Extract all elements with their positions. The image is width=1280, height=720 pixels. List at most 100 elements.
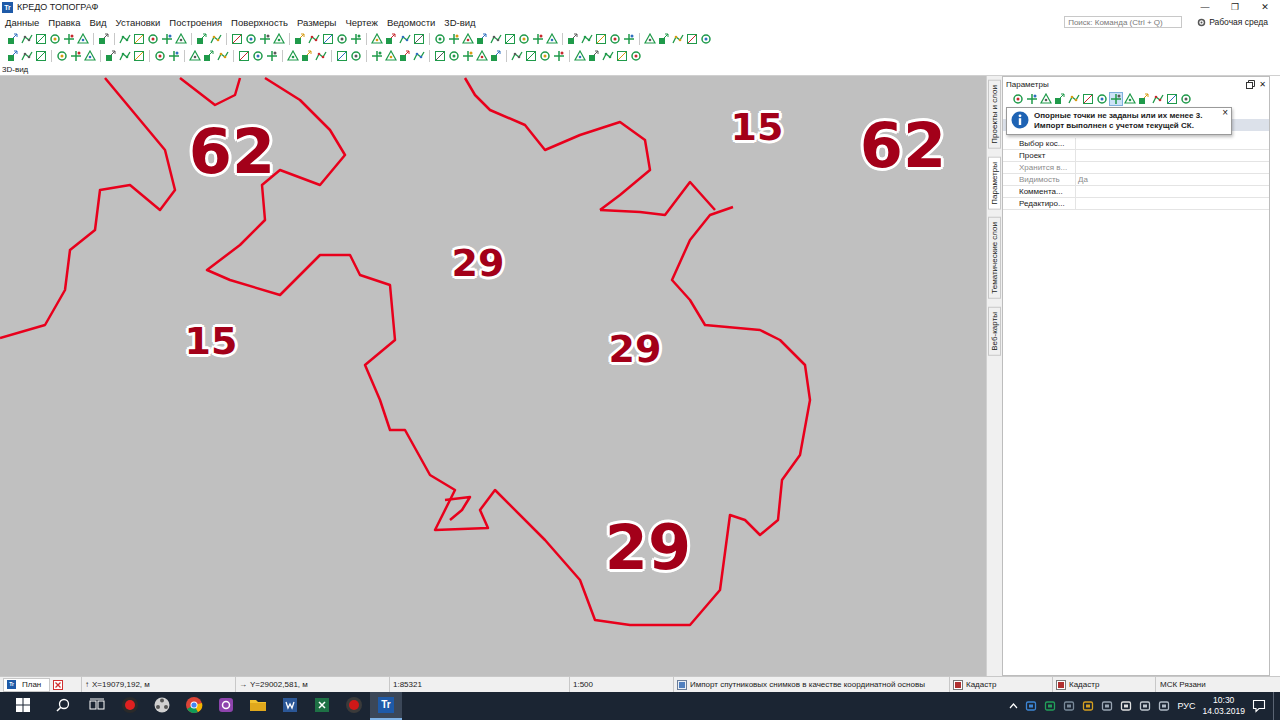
toolbar-button[interactable] xyxy=(307,32,321,46)
menu-item[interactable]: Установки xyxy=(116,17,161,28)
toolbar-button[interactable] xyxy=(55,49,69,63)
toolbar-button[interactable] xyxy=(335,32,349,46)
toolbar-button[interactable] xyxy=(615,49,629,63)
toolbar-button[interactable] xyxy=(622,32,636,46)
clock[interactable]: 10:3014.03.2019 xyxy=(1202,695,1245,717)
status-drawing-scale[interactable]: 1:500 xyxy=(570,677,674,692)
status-layer[interactable]: Кадастр xyxy=(1053,677,1156,692)
toolbar-button[interactable] xyxy=(510,49,524,63)
taskbar-app[interactable] xyxy=(338,692,370,720)
toolbar-button[interactable] xyxy=(34,32,48,46)
show-desktop-button[interactable] xyxy=(1273,692,1278,720)
property-value[interactable] xyxy=(1075,138,1269,149)
property-row[interactable]: Проект xyxy=(1003,150,1269,162)
toolbar-button[interactable] xyxy=(489,49,503,63)
taskbar-app[interactable] xyxy=(242,692,274,720)
map-canvas[interactable]: 62156229152929 xyxy=(0,76,986,676)
toolbar-button[interactable] xyxy=(153,49,167,63)
toolbar-button[interactable] xyxy=(699,32,713,46)
toolbar-button[interactable] xyxy=(412,32,426,46)
panel-tool-button[interactable] xyxy=(1137,92,1151,106)
property-value[interactable] xyxy=(1075,186,1269,197)
taskbar-app[interactable] xyxy=(306,692,338,720)
task-view-button[interactable] xyxy=(80,692,114,720)
side-tab[interactable]: Веб-карты xyxy=(988,307,1001,356)
taskbar-app[interactable] xyxy=(114,692,146,720)
toolbar-button[interactable] xyxy=(671,32,685,46)
property-row[interactable]: Выбор кос... xyxy=(1003,138,1269,150)
toolbar-button[interactable] xyxy=(272,32,286,46)
toolbar-button[interactable] xyxy=(76,32,90,46)
toolbar-button[interactable] xyxy=(6,49,20,63)
toolbar-button[interactable] xyxy=(97,32,111,46)
panel-tool-button[interactable] xyxy=(1011,92,1025,106)
menu-item[interactable]: 3D-вид xyxy=(444,17,475,28)
menu-item[interactable]: Данные xyxy=(5,17,39,28)
tray-icon[interactable] xyxy=(1120,700,1132,712)
toolbar-button[interactable] xyxy=(629,49,643,63)
toolbar-button[interactable] xyxy=(265,49,279,63)
taskbar-app[interactable] xyxy=(274,692,306,720)
toolbar-button[interactable] xyxy=(230,32,244,46)
toolbar-button[interactable] xyxy=(174,32,188,46)
toolbar-button[interactable] xyxy=(517,32,531,46)
panel-tool-button[interactable] xyxy=(1081,92,1095,106)
toolbar-button[interactable] xyxy=(524,49,538,63)
panel-tool-button[interactable] xyxy=(1179,92,1193,106)
toolbar-button[interactable] xyxy=(209,32,223,46)
window-control-button[interactable]: — xyxy=(1190,0,1220,14)
toolbar-button[interactable] xyxy=(349,32,363,46)
taskbar-app[interactable] xyxy=(178,692,210,720)
tray-icon[interactable] xyxy=(1082,700,1094,712)
toolbar-button[interactable] xyxy=(580,32,594,46)
tray-icon[interactable] xyxy=(1139,700,1151,712)
toolbar-button[interactable] xyxy=(34,49,48,63)
tray-icon[interactable] xyxy=(1101,700,1113,712)
toolbar-button[interactable] xyxy=(118,32,132,46)
panel-tool-button[interactable] xyxy=(1053,92,1067,106)
toolbar-button[interactable] xyxy=(244,32,258,46)
status-crs[interactable]: МСК Рязани xyxy=(1156,677,1280,692)
toolbar-button[interactable] xyxy=(657,32,671,46)
panel-tool-button[interactable] xyxy=(1039,92,1053,106)
toolbar-button[interactable] xyxy=(475,49,489,63)
toolbar-button[interactable] xyxy=(461,32,475,46)
status-task[interactable]: Импорт спутниковых снимков в качестве ко… xyxy=(674,677,950,692)
toolbar-button[interactable] xyxy=(62,32,76,46)
toolbar-button[interactable] xyxy=(321,32,335,46)
panel-close-button[interactable]: ✕ xyxy=(1259,80,1266,89)
toolbar-button[interactable] xyxy=(545,32,559,46)
taskbar-app[interactable] xyxy=(146,692,178,720)
toolbar-button[interactable] xyxy=(531,32,545,46)
side-tab[interactable]: Параметры xyxy=(988,157,1001,210)
property-value[interactable] xyxy=(1075,198,1269,209)
panel-tool-button[interactable] xyxy=(1123,92,1137,106)
notice-close-button[interactable]: × xyxy=(1222,108,1228,118)
panel-tool-button[interactable] xyxy=(1151,92,1165,106)
property-row[interactable]: Коммента... xyxy=(1003,186,1269,198)
close-view-icon[interactable] xyxy=(53,680,63,690)
toolbar-button[interactable] xyxy=(6,32,20,46)
toolbar-button[interactable] xyxy=(398,32,412,46)
toolbar-button[interactable] xyxy=(566,32,580,46)
toolbar-button[interactable] xyxy=(146,32,160,46)
taskbar-app[interactable] xyxy=(210,692,242,720)
toolbar-button[interactable] xyxy=(300,49,314,63)
toolbar-button[interactable] xyxy=(293,32,307,46)
tray-icon[interactable] xyxy=(1044,700,1056,712)
toolbar-button[interactable] xyxy=(412,49,426,63)
toolbar-button[interactable] xyxy=(83,49,97,63)
panel-tool-button[interactable] xyxy=(1067,92,1081,106)
menu-item[interactable]: Правка xyxy=(48,17,80,28)
toolbar-button[interactable] xyxy=(447,49,461,63)
toolbar-button[interactable] xyxy=(251,49,265,63)
command-search[interactable]: Поиск: Команда (Ctrl + Q) xyxy=(1064,16,1182,28)
notifications-icon[interactable] xyxy=(1252,699,1266,713)
toolbar-button[interactable] xyxy=(538,49,552,63)
window-control-button[interactable]: ❐ xyxy=(1220,0,1250,14)
toolbar-button[interactable] xyxy=(587,49,601,63)
taskbar-app[interactable]: Tr xyxy=(370,692,402,720)
toolbar-button[interactable] xyxy=(69,49,83,63)
plan-tab[interactable]: TrПлан xyxy=(3,678,50,692)
tray-icon[interactable] xyxy=(1063,700,1075,712)
